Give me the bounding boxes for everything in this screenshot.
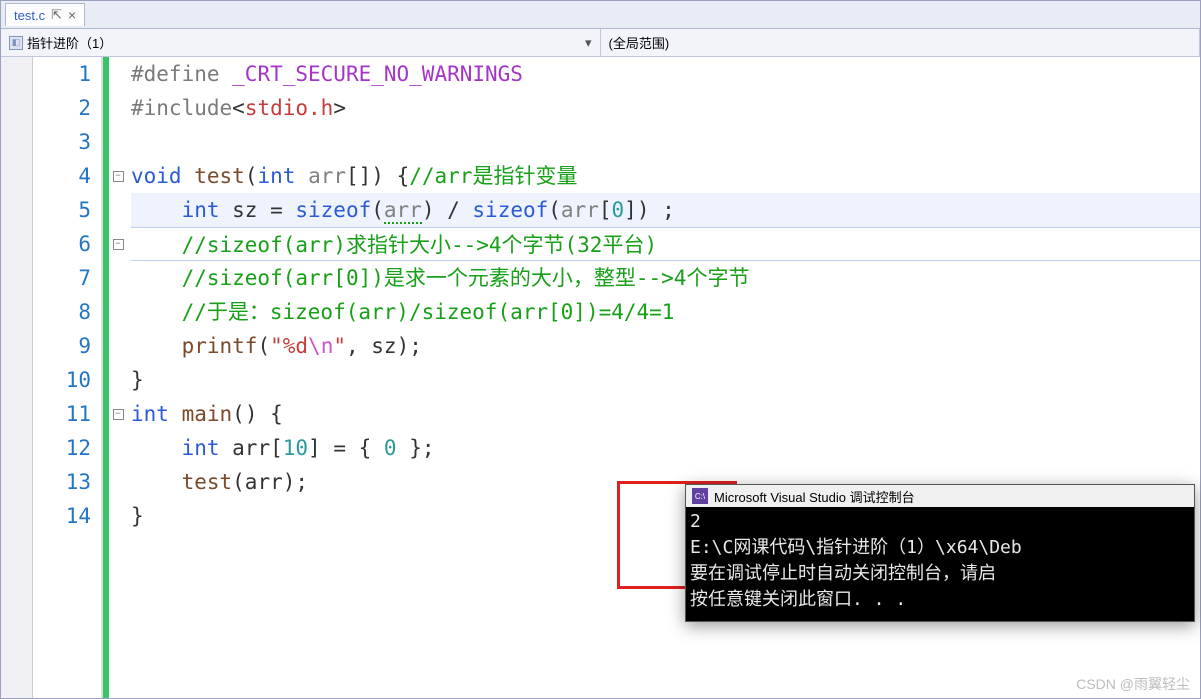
code-line[interactable]: printf("%d\n", sz); [131,329,1200,363]
fold-toggle-icon[interactable]: − [113,409,124,420]
fold-toggle-icon[interactable]: − [113,239,124,250]
code-line[interactable]: #define _CRT_SECURE_NO_WARNINGS [131,57,1200,91]
code-line[interactable]: //sizeof(arr[0])是求一个元素的大小，整型-->4个字节 [131,261,1200,295]
code-line[interactable]: void test(int arr[]) {//arr是指针变量 [131,159,1200,193]
navigation-bar: ◧ 指针进阶（1） ▾ (全局范围) [1,29,1200,57]
line-number: 7 [33,261,91,295]
console-title-text: Microsoft Visual Studio 调试控制台 [714,487,915,506]
line-number: 12 [33,431,91,465]
code-line[interactable] [131,125,1200,159]
chevron-down-icon[interactable]: ▾ [585,35,592,51]
close-icon[interactable]: × [68,7,76,23]
line-number: 3 [33,125,91,159]
code-line[interactable]: #include<stdio.h> [131,91,1200,125]
fold-margin: − − − [109,57,127,698]
line-number: 13 [33,465,91,499]
console-line: 2 [690,509,1190,535]
code-line[interactable]: //sizeof(arr)求指针大小-->4个字节(32平台) [131,227,1200,261]
indicator-margin [1,57,33,698]
console-line: 按任意键关闭此窗口. . . [690,587,1190,613]
code-line[interactable]: //于是：sizeof(arr)/sizeof(arr[0])=4/4=1 [131,295,1200,329]
line-number-gutter: 1 2 3 4 5 6 7 8 9 10 11 12 13 14 [33,57,103,698]
nav-left-label: 指针进阶（1） [27,33,112,52]
line-number: 2 [33,91,91,125]
console-icon: C:\ [692,488,708,504]
tab-strip: test.c ⇱ × [1,1,1200,29]
debug-console-window[interactable]: C:\ Microsoft Visual Studio 调试控制台 2E:\C网… [685,484,1195,622]
nav-scope-right[interactable]: (全局范围) [601,29,1201,56]
line-number: 8 [33,295,91,329]
console-output[interactable]: 2E:\C网课代码\指针进阶（1）\x64\Deb要在调试停止时自动关闭控制台，… [686,507,1194,621]
nav-right-label: (全局范围) [609,33,670,52]
code-line[interactable]: int main() { [131,397,1200,431]
pin-icon[interactable]: ⇱ [51,7,62,23]
line-number: 9 [33,329,91,363]
project-icon: ◧ [9,36,23,50]
line-number: 10 [33,363,91,397]
tab-filename: test.c [14,8,45,23]
console-line: E:\C网课代码\指针进阶（1）\x64\Deb [690,535,1190,561]
line-number: 6 [33,227,91,261]
line-number: 14 [33,499,91,533]
line-number: 1 [33,57,91,91]
file-tab-testc[interactable]: test.c ⇱ × [5,3,85,26]
fold-toggle-icon[interactable]: − [113,171,124,182]
nav-scope-left[interactable]: ◧ 指针进阶（1） ▾ [1,29,601,56]
watermark: CSDN @雨翼轻尘 [1076,674,1190,694]
console-line: 要在调试停止时自动关闭控制台，请启 [690,561,1190,587]
line-number: 5 [33,193,91,227]
code-line[interactable]: int arr[10] = { 0 }; [131,431,1200,465]
console-titlebar[interactable]: C:\ Microsoft Visual Studio 调试控制台 [686,485,1194,507]
line-number: 4 [33,159,91,193]
line-number: 11 [33,397,91,431]
code-line[interactable]: int sz = sizeof(arr) / sizeof(arr[0]) ; [131,193,1200,227]
code-line[interactable]: } [131,363,1200,397]
